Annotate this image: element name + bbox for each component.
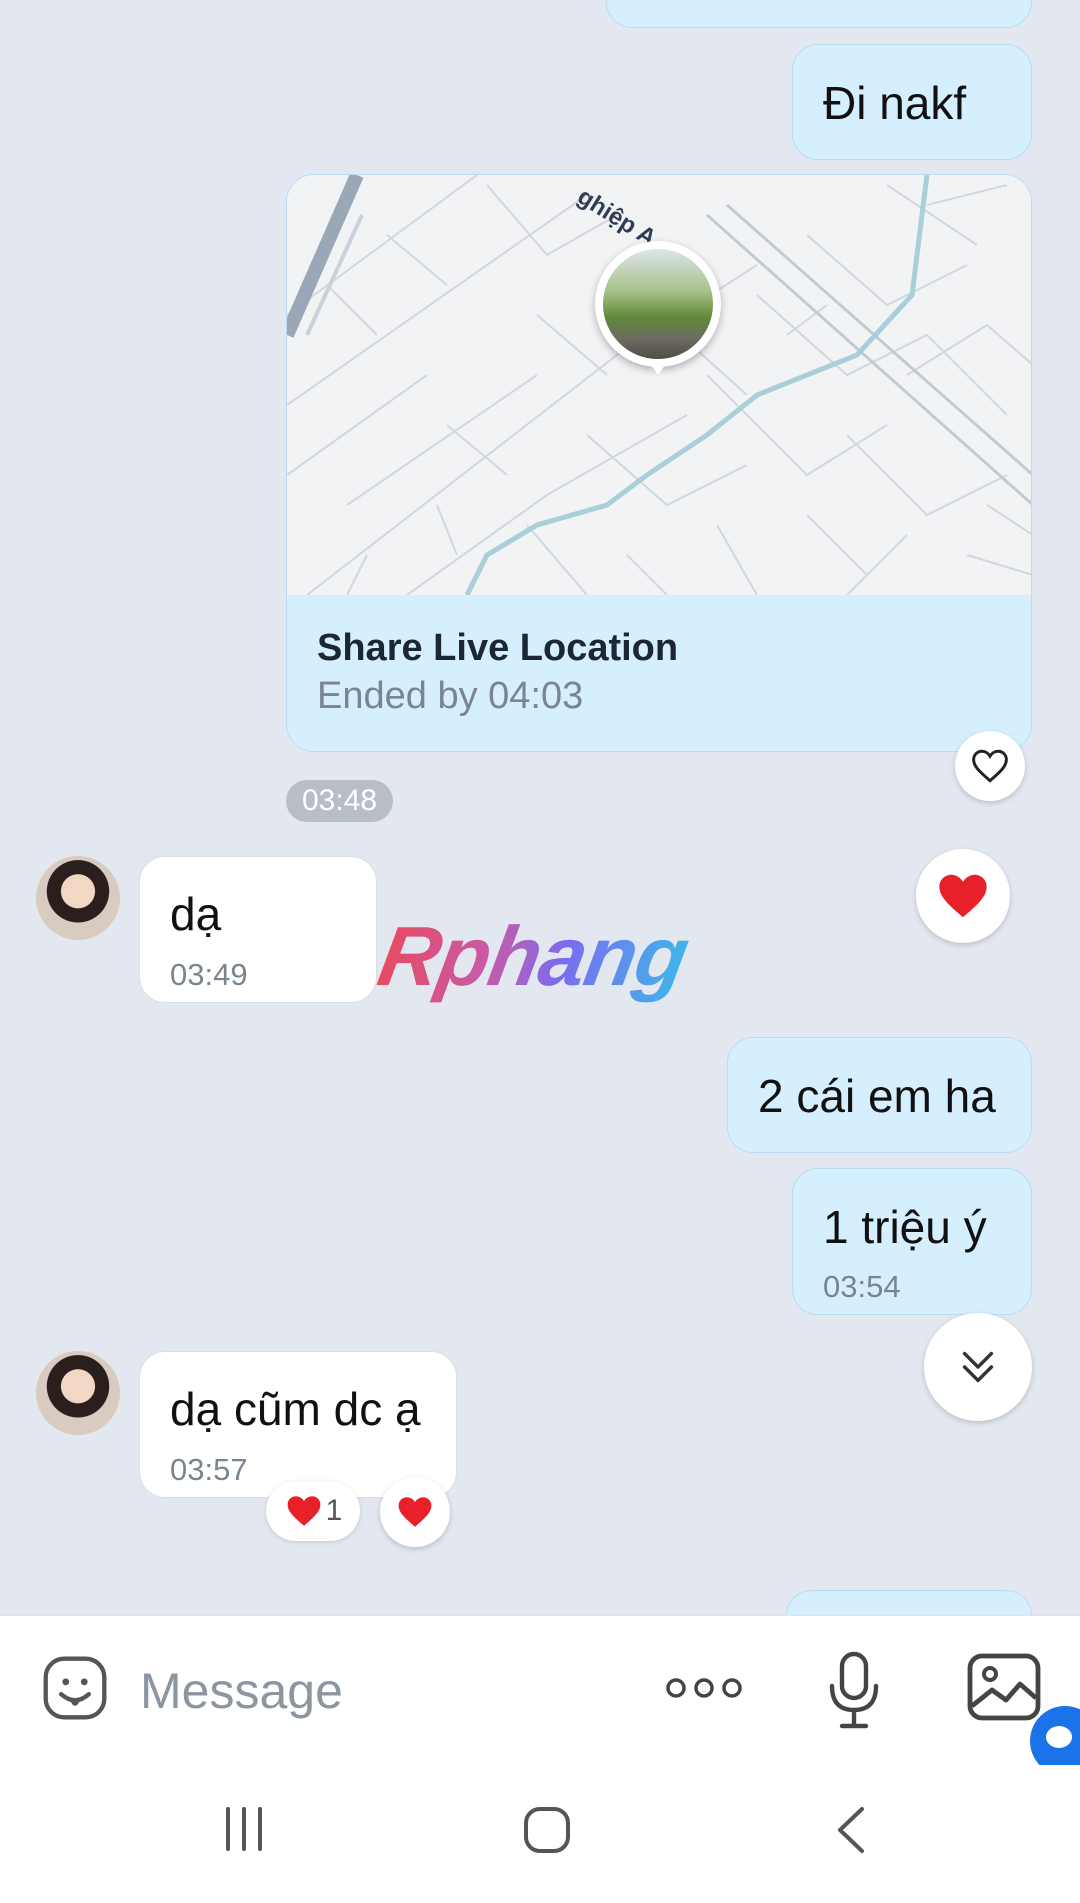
microphone-icon (829, 1651, 879, 1729)
watermark-logo: Rphang (371, 909, 696, 1003)
message-bubble-in[interactable]: dạ 03:49 (139, 856, 377, 1003)
message-input[interactable]: Message (140, 1662, 343, 1720)
message-time: 03:57 (170, 1452, 248, 1487)
message-bubble-out[interactable]: 2 cái em ha (727, 1037, 1032, 1153)
message-text: Đi nakf (823, 77, 967, 129)
home-icon (524, 1807, 570, 1853)
reaction-count: 1 (325, 1494, 343, 1527)
react-heart-button[interactable] (955, 731, 1025, 801)
message-bubble-in[interactable]: dạ cũm dc ạ 03:57 (139, 1351, 457, 1498)
map-streets (287, 175, 1031, 595)
heart-filled-icon (939, 874, 987, 918)
location-map[interactable]: ghiệp A (287, 175, 1031, 595)
heart-filled-icon (287, 1496, 321, 1526)
location-title: Share Live Location (317, 627, 679, 669)
reaction-count-chip[interactable]: 1 (266, 1481, 360, 1541)
recents-icon (226, 1807, 262, 1851)
message-bubble-out[interactable]: 1 triệu ý 03:54 (792, 1168, 1032, 1315)
double-chevron-down-icon (962, 1351, 994, 1383)
message-text: 1 triệu ý (823, 1201, 987, 1253)
live-location-card[interactable]: ghiệp A Share Live Location Ended by 04:… (286, 174, 1032, 752)
mic-button[interactable] (826, 1650, 882, 1730)
message-time: 03:54 (823, 1269, 901, 1304)
message-bubble-partial-top[interactable] (606, 0, 1032, 28)
emoji-icon (43, 1656, 107, 1720)
reaction-heart-button[interactable] (380, 1477, 450, 1547)
message-bubble-out[interactable]: Đi nakf (792, 44, 1032, 160)
message-text: dạ cũm dc ạ (170, 1383, 421, 1435)
more-dots-icon (666, 1678, 742, 1698)
gallery-button[interactable] (966, 1652, 1042, 1722)
time-pill: 03:48 (286, 780, 394, 822)
home-button[interactable] (520, 1803, 574, 1857)
heart-filled-icon (398, 1497, 432, 1527)
avatar[interactable] (36, 856, 120, 940)
message-composer: Message (0, 1615, 1080, 1766)
message-text: dạ (170, 888, 222, 940)
back-chevron-icon (838, 1807, 864, 1853)
message-time: 03:49 (170, 957, 248, 992)
location-pin[interactable] (595, 241, 721, 367)
system-nav-bar (0, 1765, 1080, 1903)
avatar[interactable] (36, 1351, 120, 1435)
more-button[interactable] (664, 1666, 744, 1710)
location-pin-tail (648, 361, 668, 375)
pin-avatar-photo (603, 249, 713, 359)
back-button[interactable] (826, 1803, 878, 1857)
image-icon (967, 1653, 1041, 1721)
heart-outline-icon (972, 749, 1008, 783)
location-subtitle: Ended by 04:03 (317, 675, 584, 717)
reaction-heart-button[interactable] (916, 849, 1010, 943)
message-text: 2 cái em ha (758, 1070, 996, 1122)
scroll-down-button[interactable] (924, 1313, 1032, 1421)
recents-button[interactable] (218, 1803, 270, 1855)
emoji-button[interactable] (38, 1651, 112, 1725)
